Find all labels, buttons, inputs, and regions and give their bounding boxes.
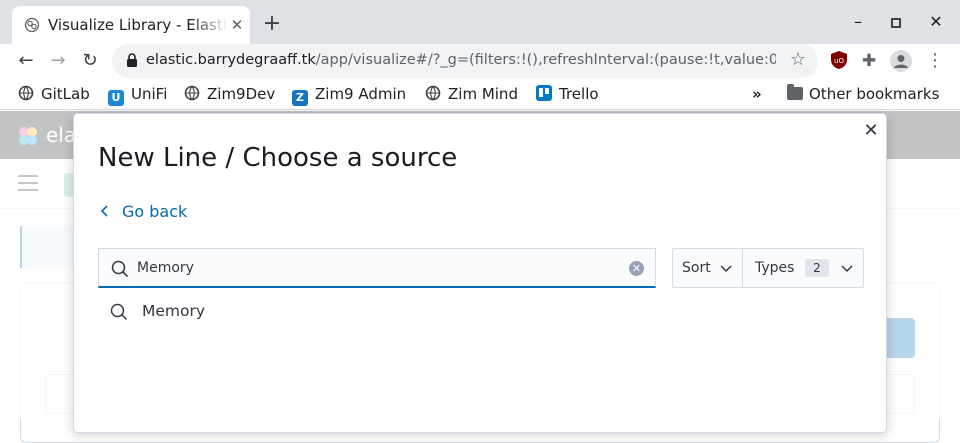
bookmark-zim9-admin[interactable]: Z Zim9 Admin [292,84,407,106]
suggestion-label: Memory [142,302,206,320]
bookmark-label: Zim9 Admin [315,85,407,103]
bookmark-label: Trello [559,85,599,103]
bookmark-label: Zim9Dev [207,85,276,103]
types-count-badge: 2 [805,259,829,277]
unifi-icon: U [108,90,124,106]
svg-text:uO: uO [834,57,844,65]
address-bar[interactable]: elastic.barrydegraaff.tk/app/visualize#/… [112,44,818,78]
choose-source-modal: ✕ New Line / Choose a source Go back ✕ S… [73,113,887,433]
url-text: elastic.barrydegraaff.tk/app/visualize#/… [146,52,776,68]
search-icon [111,260,129,278]
bookmark-label: Zim Mind [448,85,518,103]
search-icon [110,303,128,321]
folder-icon [787,84,803,100]
close-icon[interactable]: ✕ [862,122,880,140]
bookmark-zim9dev[interactable]: Zim9Dev [184,84,275,104]
bookmark-star-icon[interactable]: ☆ [788,50,808,70]
globe-icon [425,85,441,101]
minimize-icon[interactable]: – [848,12,868,32]
url-path: /app/visualize#/?_g=(filters:!(),refresh… [315,52,776,68]
sort-button[interactable]: Sort [673,249,743,287]
bookmarks-overflow-chevron-icon[interactable]: » [752,84,768,104]
bookmark-zim-mind[interactable]: Zim Mind [425,84,518,104]
bookmarks-bar: GitLab U UniFi Zim9Dev Z Zim9 Admin Zim Mi… [0,78,960,110]
browser-tab[interactable]: Visualize Library - Elastic ✕ [12,6,250,44]
go-back-label: Go back [122,202,188,221]
new-tab-icon[interactable]: + [262,13,282,35]
bookmark-label: UniFi [131,85,168,103]
gitlab-icon [18,85,34,101]
globe-icon [184,85,200,101]
browser-menu-icon[interactable]: ⋮ [924,50,946,72]
profile-avatar-icon[interactable] [890,50,912,72]
bookmark-gitlab[interactable]: GitLab [18,84,90,104]
types-filter-button[interactable]: Types 2 [743,249,863,287]
browser-tab-title: Visualize Library - Elastic [48,16,228,34]
source-search-field[interactable]: ✕ [98,248,656,288]
browser-toolbar: ← → ↻ elastic.barrydegraaff.tk/app/visua… [0,44,960,78]
bookmark-trello[interactable]: Trello [536,84,599,104]
other-bookmarks[interactable]: Other bookmarks [787,84,939,104]
trello-icon [536,85,552,101]
chevron-down-icon [720,265,732,273]
types-label: Types [755,260,795,276]
tab-close-icon[interactable]: ✕ [230,18,244,33]
sort-label: Sort [682,260,711,276]
filter-button-group: Sort Types 2 [672,248,864,288]
lock-icon [127,53,137,67]
forward-arrow-icon[interactable]: → [46,49,70,73]
search-input[interactable] [137,258,617,278]
browser-tab-strip: Visualize Library - Elastic ✕ + – ✕ [0,0,960,44]
zimbra-icon: Z [292,90,308,106]
other-bookmarks-label: Other bookmarks [809,85,940,103]
maximize-icon[interactable] [886,12,906,32]
kibana-favicon-icon [24,17,40,33]
chevron-left-icon [100,205,108,217]
window-close-icon[interactable]: ✕ [926,12,946,32]
go-back-link[interactable]: Go back [98,202,187,222]
chevron-down-icon [841,265,853,273]
bookmark-label: GitLab [41,85,90,103]
bookmark-unifi[interactable]: U UniFi [108,84,168,106]
url-host: elastic.barrydegraaff.tk [146,52,316,68]
ublock-extension-icon[interactable]: uO [828,50,850,72]
extensions-puzzle-icon[interactable]: ✚ [858,50,880,72]
modal-title: New Line / Choose a source [98,143,458,173]
reload-icon[interactable]: ↻ [78,49,102,73]
clear-search-icon[interactable]: ✕ [629,261,644,276]
back-arrow-icon[interactable]: ← [14,49,38,73]
